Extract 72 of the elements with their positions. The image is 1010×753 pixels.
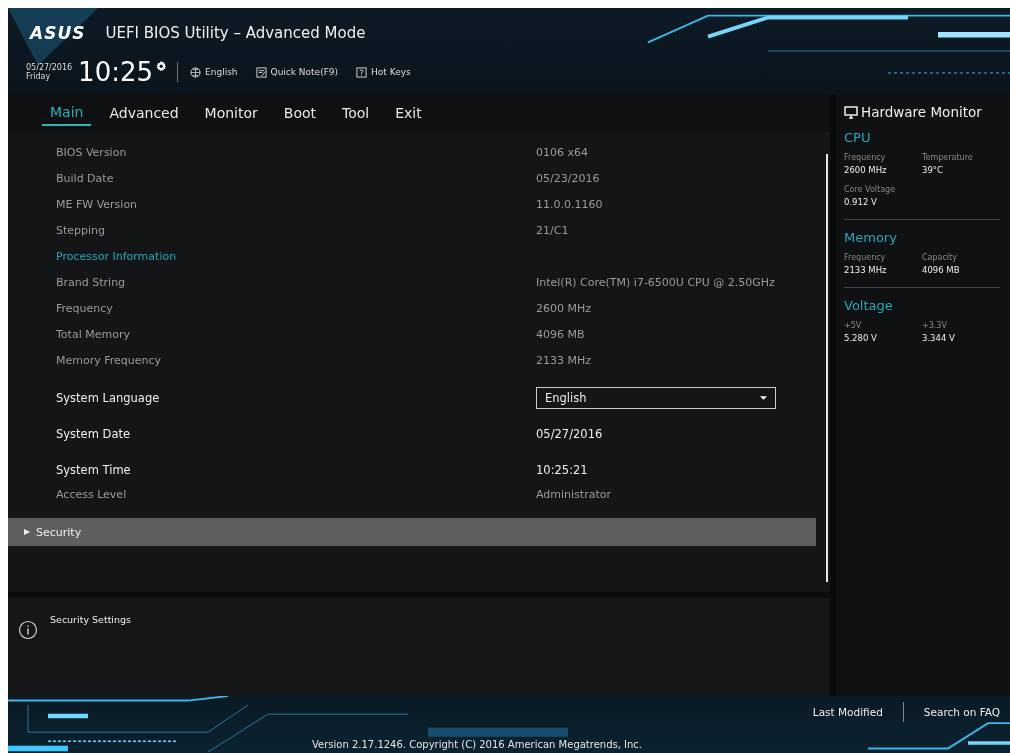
info-value: 2133 MHz xyxy=(536,354,592,367)
scrollbar[interactable] xyxy=(826,154,828,582)
info-icon xyxy=(18,620,38,640)
info-value: 05/23/2016 xyxy=(536,172,600,185)
language-dropdown[interactable]: English xyxy=(536,387,776,409)
setting-value[interactable]: 05/27/2016 xyxy=(536,427,603,441)
monitor-label: Capacity xyxy=(922,253,958,262)
monitor-value: 2133 MHz xyxy=(844,265,888,275)
menu-tab[interactable]: Boot xyxy=(275,101,325,125)
section-heading: CPU xyxy=(844,130,872,145)
setting-label: System Time xyxy=(56,463,132,477)
monitor-label: +3.3V xyxy=(922,321,948,330)
search-faq-button[interactable]: Search on FAQ xyxy=(921,704,1002,720)
window-title: UEFI BIOS Utility – Advanced Mode xyxy=(105,24,366,42)
monitor-value: 39°C xyxy=(922,165,944,175)
menu-tab[interactable]: Monitor xyxy=(196,101,266,125)
monitor-label: +5V xyxy=(844,321,863,330)
quick-note-button[interactable]: Quick Note(F9) xyxy=(251,64,343,80)
info-value: 0106 x64 xyxy=(536,146,588,159)
info-label: Access Level xyxy=(56,488,128,501)
section-heading: Voltage xyxy=(844,298,894,313)
setting-label: System Language xyxy=(56,391,161,405)
info-label: Stepping xyxy=(56,224,107,237)
menu-tab[interactable]: Main xyxy=(42,100,92,126)
globe-icon xyxy=(190,66,202,78)
info-value: 21/C1 xyxy=(536,224,569,237)
submenu-label: Security xyxy=(36,525,82,539)
menu-tab[interactable]: Advanced xyxy=(101,101,187,125)
info-label: Build Date xyxy=(56,172,115,185)
info-label: Frequency xyxy=(56,302,114,315)
hot-keys-button[interactable]: Hot Keys xyxy=(352,64,415,80)
info-value: Intel(R) Core(TM) i7-6500U CPU @ 2.50GHz xyxy=(536,276,775,289)
panel-title: Hardware Monitor xyxy=(861,104,982,120)
monitor-value: 2600 MHz xyxy=(844,165,888,175)
setting-value[interactable]: 10:25:21 xyxy=(536,463,588,477)
logo: ASUS xyxy=(30,23,86,43)
setting-label: System Date xyxy=(56,427,132,441)
day-text: Friday xyxy=(26,72,52,81)
caret-icon xyxy=(760,396,767,400)
last-modified-button[interactable]: Last Modified xyxy=(810,704,885,720)
info-value: 2600 MHz xyxy=(536,302,592,315)
info-label: Total Memory xyxy=(56,328,131,341)
language-button[interactable]: English xyxy=(186,64,242,80)
info-label: Brand String xyxy=(56,276,127,289)
monitor-label: Frequency xyxy=(844,153,887,162)
help-text: Security Settings xyxy=(50,614,131,625)
submenu-item[interactable]: Security xyxy=(8,518,816,546)
settings-icon[interactable] xyxy=(155,60,168,72)
section-heading: Memory xyxy=(844,230,898,245)
monitor-value: 3.344 V xyxy=(922,333,956,343)
monitor-label: Frequency xyxy=(844,253,887,262)
monitor-value: 4096 MB xyxy=(922,265,961,275)
info-value: 11.0.0.1160 xyxy=(536,198,603,211)
note-icon xyxy=(255,66,267,78)
section-heading: Processor Information xyxy=(56,250,177,263)
info-value: 4096 MB xyxy=(536,328,585,341)
info-label: Memory Frequency xyxy=(56,354,163,367)
monitor-label: Core Voltage xyxy=(844,185,897,194)
arrow-icon xyxy=(24,529,30,535)
info-label: ME FW Version xyxy=(56,198,139,211)
info-label: BIOS Version xyxy=(56,146,128,159)
menu-tab[interactable]: Exit xyxy=(387,101,430,125)
monitor-value: 5.280 V xyxy=(844,333,878,343)
info-value: Administrator xyxy=(536,488,611,501)
clock-time: 10:25 xyxy=(78,58,154,86)
monitor-value: 0.912 V xyxy=(844,197,878,207)
monitor-icon xyxy=(844,105,858,119)
menu-tab[interactable]: Tool xyxy=(334,101,378,125)
version-text: Version 2.17.1246. Copyright (C) 2016 American Megatrends, Inc. xyxy=(312,739,643,750)
monitor-label: Temperature xyxy=(922,153,974,162)
question-icon xyxy=(356,66,368,78)
date-text: 05/27/2016 xyxy=(26,63,73,72)
